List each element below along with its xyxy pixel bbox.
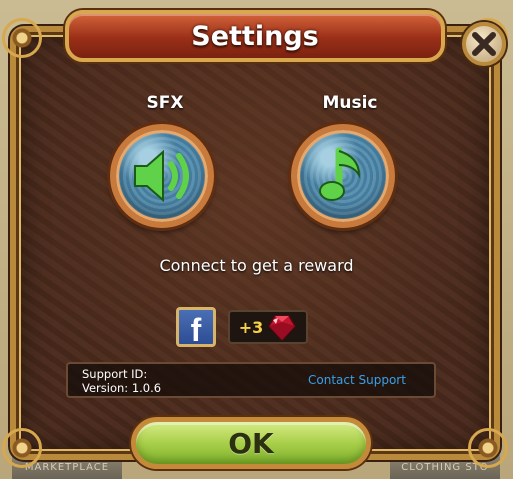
music-label: Music: [322, 93, 378, 113]
music-toggle-button[interactable]: [291, 124, 395, 228]
gem-icon: [268, 315, 297, 342]
ok-label: OK: [228, 426, 274, 460]
music-note-icon: [319, 147, 361, 201]
dialog-title: Settings: [191, 20, 319, 52]
reward-badge: +3: [228, 310, 308, 344]
sfx-label: SFX: [146, 93, 184, 113]
close-x-icon: [472, 32, 496, 56]
corner-ornament: [468, 428, 508, 468]
corner-ornament: [2, 428, 42, 468]
speaker-icon: [134, 149, 189, 203]
contact-support-link[interactable]: Contact Support: [308, 373, 406, 387]
version-label: Version: 1.0.6: [82, 381, 162, 395]
support-id-label: Support ID:: [82, 367, 148, 381]
close-button[interactable]: [462, 22, 506, 66]
title-banner: Settings: [65, 10, 445, 62]
reward-amount: +3: [238, 317, 264, 337]
support-panel: Support ID: Version: 1.0.6 Contact Suppo…: [66, 362, 436, 398]
facebook-icon: f: [190, 312, 202, 348]
ok-button[interactable]: OK: [131, 417, 371, 469]
sfx-toggle-button[interactable]: [110, 124, 214, 228]
facebook-connect-button[interactable]: f: [176, 307, 216, 347]
corner-ornament: [2, 18, 42, 58]
connect-reward-text: Connect to get a reward: [159, 256, 354, 275]
